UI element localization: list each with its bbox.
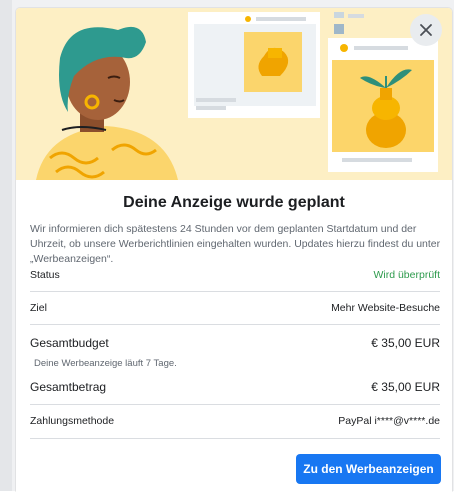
close-icon: [419, 23, 433, 37]
payment-value: PayPal i****@v****.de: [338, 415, 440, 427]
dialog-title: Deine Anzeige wurde geplant: [123, 194, 345, 211]
close-button[interactable]: [410, 14, 442, 46]
ad-scheduled-dialog: Deine Anzeige wurde geplant Wir informie…: [16, 8, 452, 492]
budget-row: Gesamtbudget € 35,00 EUR: [30, 327, 440, 359]
payment-row: Zahlungsmethode PayPal i****@v****.de: [30, 405, 440, 437]
divider: [30, 324, 440, 325]
status-row: Status Wird überprüft: [30, 259, 440, 291]
hero-illustration: [16, 8, 452, 180]
total-value: € 35,00 EUR: [371, 380, 440, 394]
go-to-ads-button[interactable]: Zu den Werbeanzeigen: [296, 454, 441, 484]
objective-label: Ziel: [30, 302, 47, 314]
budget-label: Gesamtbudget: [30, 336, 109, 350]
objective-value: Mehr Website-Besuche: [331, 302, 440, 314]
divider: [30, 438, 440, 439]
budget-value: € 35,00 EUR: [371, 336, 440, 350]
payment-label: Zahlungsmethode: [30, 415, 115, 427]
background-sidebar-strip: [0, 0, 12, 491]
total-label: Gesamtbetrag: [30, 380, 107, 394]
status-label: Status: [30, 269, 60, 281]
total-row: Gesamtbetrag € 35,00 EUR: [30, 371, 440, 403]
objective-row: Ziel Mehr Website-Besuche: [30, 292, 440, 324]
status-value: Wird überprüft: [373, 269, 440, 281]
budget-duration-note: Deine Werbeanzeige läuft 7 Tage.: [34, 358, 177, 369]
